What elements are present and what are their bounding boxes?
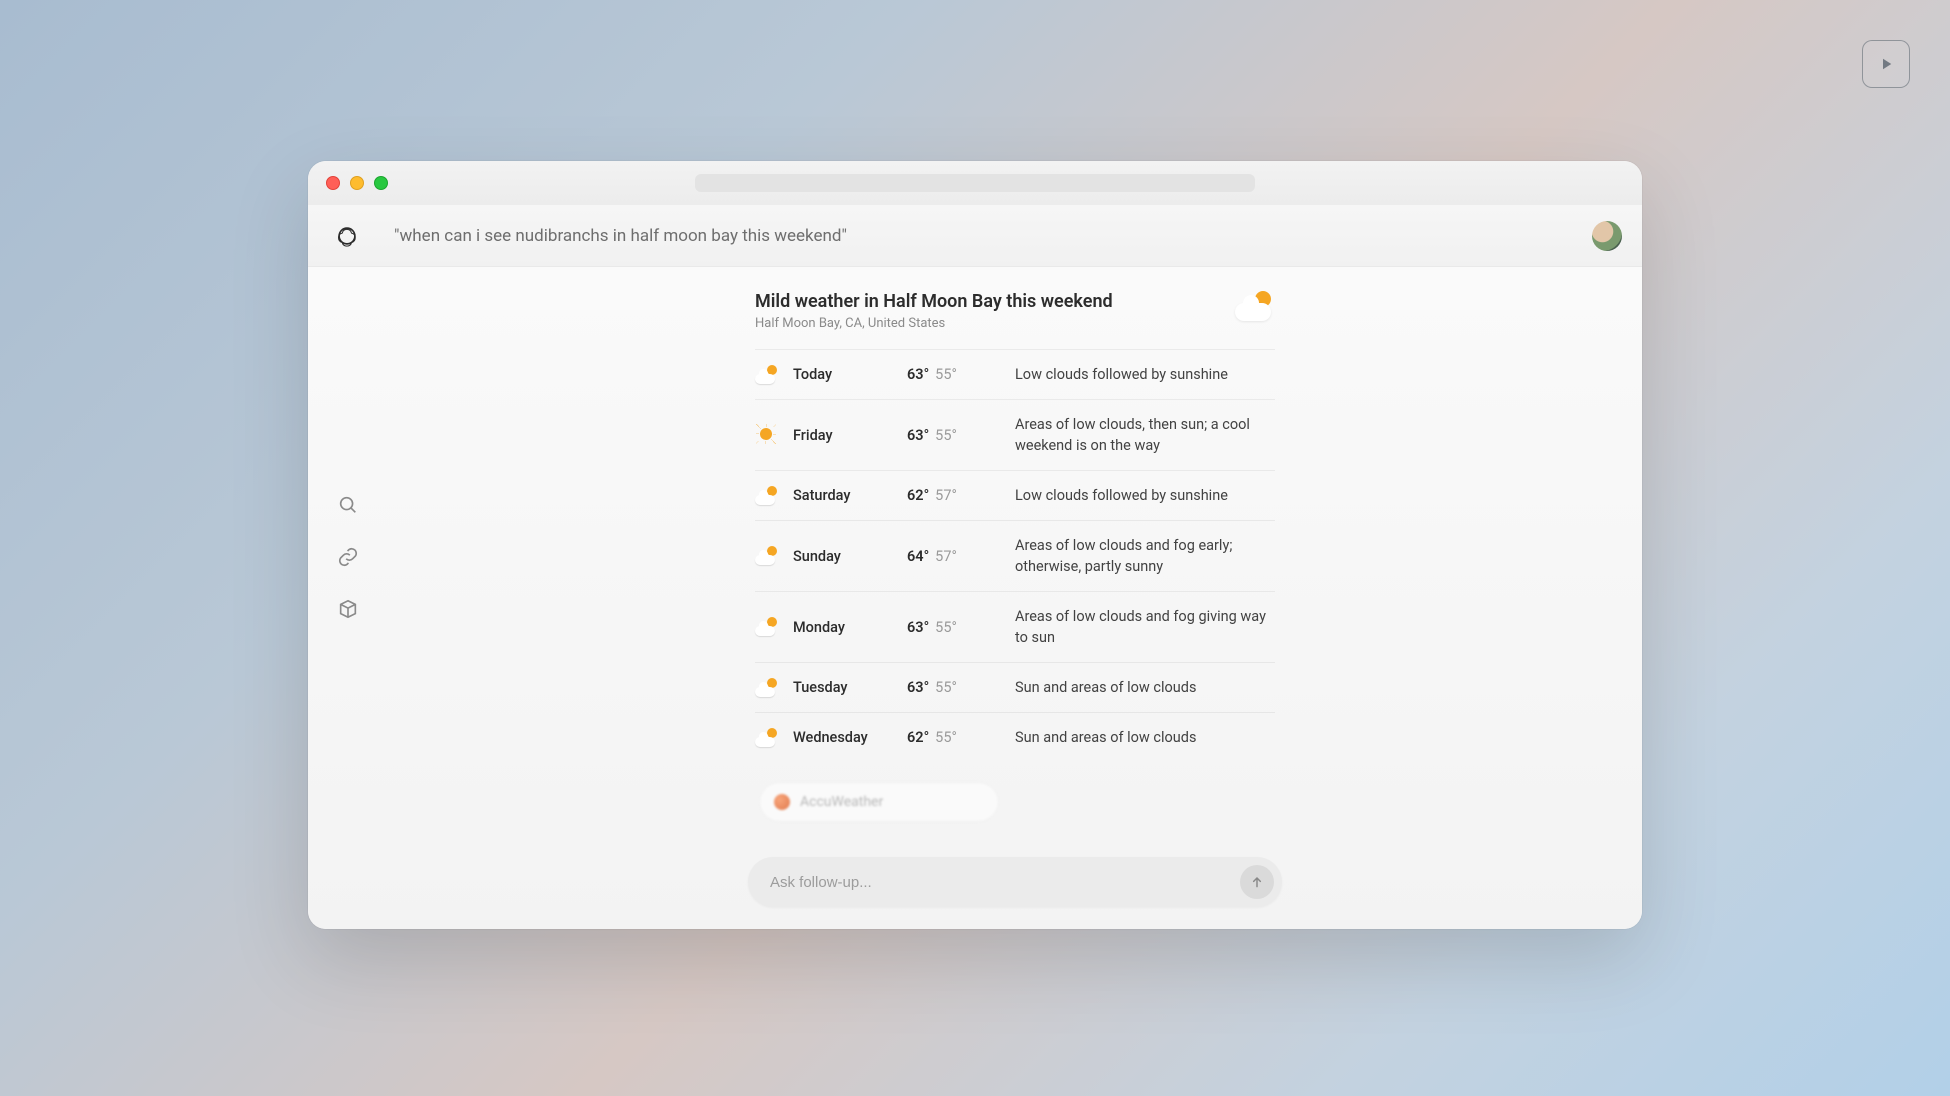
temp-high: 63° — [907, 427, 929, 444]
brand-icon[interactable] — [332, 221, 362, 251]
partly-cloudy-icon — [755, 487, 777, 505]
sidebar — [308, 267, 388, 929]
forecast-row: Tuesday63° 55° Sun and areas of low clouds — [755, 662, 1275, 712]
sunny-icon — [755, 426, 777, 444]
header: "when can i see nudibranchs in half moon… — [308, 205, 1642, 267]
temp-high: 64° — [907, 548, 929, 565]
arrow-up-icon — [1249, 874, 1265, 890]
sidebar-search-button[interactable] — [334, 491, 362, 519]
forecast-desc: Low clouds followed by sunshine — [1015, 364, 1275, 385]
day-label: Today — [793, 366, 903, 383]
temp-high: 63° — [907, 366, 929, 383]
package-icon — [337, 598, 359, 620]
temps: 63° 55° — [907, 679, 1011, 696]
forecast-desc: Areas of low clouds, then sun; a cool we… — [1015, 414, 1275, 456]
window-minimize-button[interactable] — [350, 176, 364, 190]
temp-low: 57° — [935, 487, 957, 504]
window-close-button[interactable] — [326, 176, 340, 190]
forecast-desc: Sun and areas of low clouds — [1015, 727, 1275, 748]
partly-cloudy-icon — [755, 547, 777, 565]
forecast-desc: Areas of low clouds and fog early; other… — [1015, 535, 1275, 577]
source-chip[interactable]: AccuWeather — [759, 782, 999, 822]
partly-cloudy-icon — [755, 366, 777, 384]
partly-cloudy-icon — [755, 729, 777, 747]
sidebar-link-button[interactable] — [334, 543, 362, 571]
temps: 63° 55° — [907, 427, 1011, 444]
content: Mild weather in Half Moon Bay this weeke… — [388, 267, 1642, 929]
day-label: Friday — [793, 427, 903, 444]
source-label: AccuWeather — [800, 794, 883, 810]
play-icon — [1877, 55, 1895, 73]
openai-knot-icon — [332, 221, 362, 251]
source-favicon — [774, 794, 790, 810]
partly-cloudy-icon — [755, 679, 777, 697]
temps: 64° 57° — [907, 548, 1011, 565]
traffic-lights — [326, 176, 388, 190]
temps: 62° 57° — [907, 487, 1011, 504]
weather-location: Half Moon Bay, CA, United States — [755, 316, 1113, 331]
weather-card-header: Mild weather in Half Moon Bay this weeke… — [755, 291, 1275, 349]
forecast-row: Wednesday62° 55° Sun and areas of low clou… — [755, 712, 1275, 762]
forecast-row: Monday63° 55° Areas of low clouds and fog … — [755, 591, 1275, 662]
forecast-row: Friday63° 55° Areas of low clouds, then su… — [755, 399, 1275, 470]
forecast-row: Today63° 55° Low clouds followed by sunshi… — [755, 350, 1275, 399]
partly-cloudy-icon — [755, 618, 777, 636]
forecast-list: Today63°55°Low clouds followed by sunshi… — [755, 349, 1275, 762]
temp-low: 55° — [935, 679, 957, 696]
play-button[interactable] — [1862, 40, 1910, 88]
followup-bar — [748, 857, 1282, 907]
temp-high: 62° — [907, 487, 929, 504]
avatar[interactable] — [1592, 221, 1622, 251]
app-window: "when can i see nudibranchs in half moon… — [308, 161, 1642, 929]
day-label: Saturday — [793, 487, 903, 504]
temp-low: 55° — [935, 619, 957, 636]
temp-low: 55° — [935, 729, 957, 746]
weather-card: Mild weather in Half Moon Bay this weeke… — [755, 291, 1275, 822]
query-text: "when can i see nudibranchs in half moon… — [394, 226, 1592, 246]
temp-high: 63° — [907, 619, 929, 636]
temp-high: 62° — [907, 729, 929, 746]
forecast-row: Saturday62° 57° Low clouds followed by sun… — [755, 470, 1275, 520]
sidebar-package-button[interactable] — [334, 595, 362, 623]
link-icon — [337, 546, 359, 568]
followup-input[interactable] — [770, 874, 1240, 891]
partly-cloudy-icon — [1231, 291, 1275, 323]
temp-low: 57° — [935, 548, 957, 565]
day-label: Tuesday — [793, 679, 903, 696]
temps: 63° 55° — [907, 366, 1011, 383]
day-label: Sunday — [793, 548, 903, 565]
day-label: Wednesday — [793, 729, 903, 746]
temps: 63° 55° — [907, 619, 1011, 636]
temp-low: 55° — [935, 366, 957, 383]
forecast-desc: Low clouds followed by sunshine — [1015, 485, 1275, 506]
titlebar — [308, 161, 1642, 205]
search-icon — [337, 494, 359, 516]
forecast-row: Sunday64° 57° Areas of low clouds and fog … — [755, 520, 1275, 591]
forecast-desc: Areas of low clouds and fog giving way t… — [1015, 606, 1275, 648]
window-zoom-button[interactable] — [374, 176, 388, 190]
body: Mild weather in Half Moon Bay this weeke… — [308, 267, 1642, 929]
temp-low: 55° — [935, 427, 957, 444]
weather-title: Mild weather in Half Moon Bay this weeke… — [755, 291, 1113, 312]
send-button[interactable] — [1240, 865, 1274, 899]
temp-high: 63° — [907, 679, 929, 696]
titlebar-address — [695, 174, 1255, 192]
temps: 62° 55° — [907, 729, 1011, 746]
day-label: Monday — [793, 619, 903, 636]
forecast-desc: Sun and areas of low clouds — [1015, 677, 1275, 698]
